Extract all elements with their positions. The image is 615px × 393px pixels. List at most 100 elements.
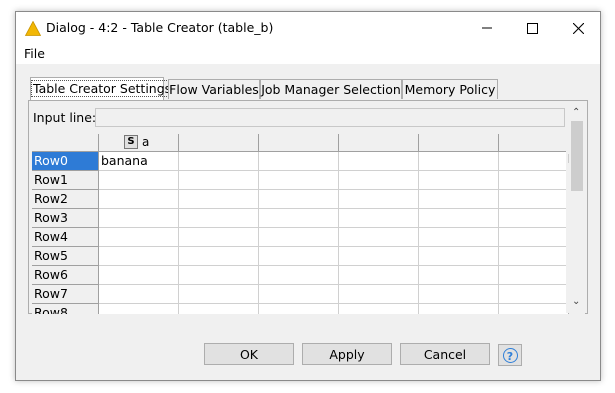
table-cell[interactable] — [99, 304, 179, 314]
table-cell[interactable] — [499, 247, 568, 266]
tab-label: Table Creator Settings — [31, 80, 174, 97]
table-cell[interactable]: banana — [99, 152, 179, 171]
minimize-button[interactable] — [464, 12, 510, 44]
table-cell[interactable] — [499, 304, 568, 314]
row-header[interactable]: Row4 — [32, 228, 99, 247]
table-cell[interactable] — [99, 171, 179, 190]
column-header[interactable] — [179, 134, 259, 152]
table-cell[interactable] — [339, 304, 419, 314]
table-cell[interactable] — [419, 304, 499, 314]
table-cell[interactable] — [499, 285, 568, 304]
tab-flow-variables[interactable]: Flow Variables — [168, 79, 260, 99]
table-cell[interactable] — [339, 266, 419, 285]
table-cell[interactable] — [339, 171, 419, 190]
menu-bar: File — [16, 44, 600, 64]
table-cell[interactable] — [419, 266, 499, 285]
table-cell[interactable] — [179, 285, 259, 304]
table-cell[interactable] — [499, 209, 568, 228]
tab-memory-policy[interactable]: Memory Policy — [402, 79, 498, 99]
table-cell[interactable] — [499, 152, 568, 171]
column-header[interactable] — [419, 134, 499, 152]
close-button[interactable] — [555, 12, 600, 44]
input-line-field[interactable] — [95, 108, 565, 127]
table-grid: Sa Row0 banana Row1 Row2 Row3 Row4 Row5 Row6 Row… — [32, 134, 568, 314]
window-title: Dialog - 4:2 - Table Creator (table_b) — [46, 20, 274, 35]
table-cell[interactable] — [419, 152, 499, 171]
table-cell[interactable] — [99, 190, 179, 209]
table-cell[interactable] — [259, 190, 339, 209]
table-cell[interactable] — [259, 171, 339, 190]
row-header[interactable]: Row3 — [32, 209, 99, 228]
table-cell[interactable] — [419, 171, 499, 190]
scroll-thumb[interactable] — [571, 121, 583, 191]
apply-button[interactable]: Apply — [302, 343, 392, 365]
dialog-window: Dialog - 4:2 - Table Creator (table_b) F… — [15, 11, 601, 381]
string-type-icon: S — [124, 134, 138, 149]
maximize-button[interactable] — [509, 12, 555, 44]
close-icon — [572, 22, 584, 34]
cancel-button[interactable]: Cancel — [400, 343, 490, 365]
row-header[interactable]: Row5 — [32, 247, 99, 266]
table-cell[interactable] — [259, 228, 339, 247]
column-header[interactable] — [499, 134, 568, 152]
table-cell[interactable] — [99, 228, 179, 247]
settings-panel: Input line: Sa Row0 banana Row1 Row2 Row3 Row… — [28, 100, 588, 314]
table-cell[interactable] — [259, 304, 339, 314]
table-cell[interactable] — [99, 266, 179, 285]
input-line-label: Input line: — [33, 110, 97, 125]
table-cell[interactable] — [499, 190, 568, 209]
table-cell[interactable] — [419, 247, 499, 266]
menu-file[interactable]: File — [24, 46, 45, 61]
table-cell[interactable] — [339, 247, 419, 266]
table-cell[interactable] — [419, 285, 499, 304]
corner-header — [32, 134, 99, 152]
panel-scrollbar[interactable]: ⌃ ⌄ — [569, 105, 585, 315]
column-header[interactable] — [259, 134, 339, 152]
table-cell[interactable] — [499, 171, 568, 190]
table-cell[interactable] — [499, 266, 568, 285]
table-cell[interactable] — [179, 152, 259, 171]
help-button[interactable]: ? — [498, 344, 522, 366]
table-cell[interactable] — [259, 266, 339, 285]
table-cell[interactable] — [339, 209, 419, 228]
table-cell[interactable] — [179, 266, 259, 285]
table-cell[interactable] — [339, 190, 419, 209]
table-cell[interactable] — [419, 209, 499, 228]
table-cell[interactable] — [99, 285, 179, 304]
ok-button[interactable]: OK — [204, 343, 294, 365]
tab-table-creator-settings[interactable]: Table Creator Settings — [30, 77, 174, 100]
scroll-up-icon[interactable]: ⌃ — [572, 107, 580, 118]
table-cell[interactable] — [99, 209, 179, 228]
table-cell[interactable] — [179, 304, 259, 314]
table-cell[interactable] — [339, 285, 419, 304]
table-cell[interactable] — [179, 190, 259, 209]
table-cell[interactable] — [179, 247, 259, 266]
table-cell[interactable] — [339, 152, 419, 171]
column-header[interactable] — [339, 134, 419, 152]
maximize-icon — [526, 22, 538, 34]
row-header[interactable]: Row8 — [32, 304, 99, 314]
tab-job-manager-selection[interactable]: Job Manager Selection — [260, 79, 402, 99]
table-cell[interactable] — [179, 209, 259, 228]
table-cell[interactable] — [179, 171, 259, 190]
column-name: a — [142, 134, 150, 149]
row-header[interactable]: Row7 — [32, 285, 99, 304]
row-header[interactable]: Row6 — [32, 266, 99, 285]
table-cell[interactable] — [99, 247, 179, 266]
table-cell[interactable] — [339, 228, 419, 247]
table-cell[interactable] — [259, 209, 339, 228]
table-cell[interactable] — [259, 152, 339, 171]
row-header[interactable]: Row2 — [32, 190, 99, 209]
column-header[interactable]: Sa — [99, 134, 179, 152]
title-bar[interactable]: Dialog - 4:2 - Table Creator (table_b) — [16, 12, 600, 44]
table-cell[interactable] — [179, 228, 259, 247]
scroll-down-icon[interactable]: ⌄ — [572, 296, 580, 307]
table-cell[interactable] — [419, 228, 499, 247]
minimize-icon — [482, 27, 492, 29]
table-cell[interactable] — [259, 247, 339, 266]
row-header[interactable]: Row1 — [32, 171, 99, 190]
table-cell[interactable] — [419, 190, 499, 209]
table-cell[interactable] — [499, 228, 568, 247]
table-cell[interactable] — [259, 285, 339, 304]
row-header[interactable]: Row0 — [32, 152, 99, 171]
